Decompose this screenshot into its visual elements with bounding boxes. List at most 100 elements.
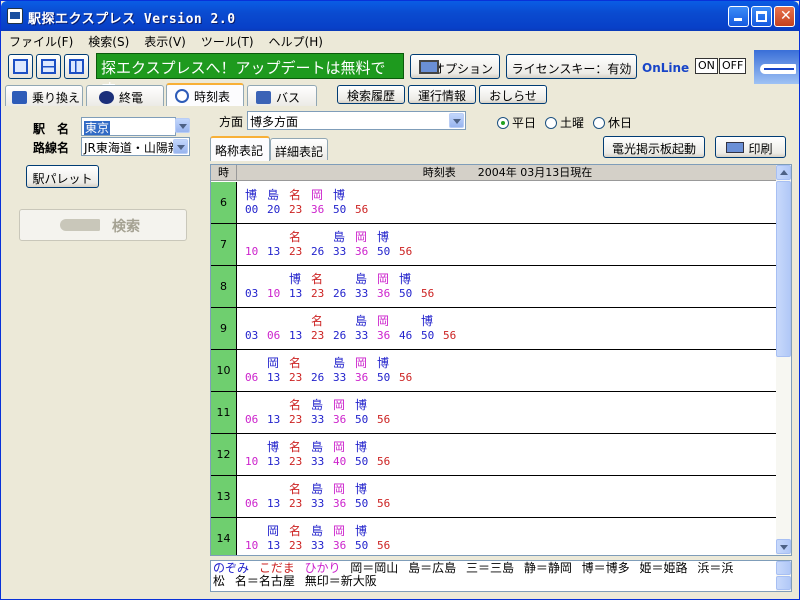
departure-minute[interactable]: 13 xyxy=(267,413,289,426)
radio-holiday[interactable]: 休日 xyxy=(593,114,632,131)
departure-minute[interactable]: 33 xyxy=(311,497,333,510)
departure-minute[interactable]: 36 xyxy=(377,329,399,342)
departure-minute[interactable]: 10 xyxy=(245,245,267,258)
departure-minute[interactable]: 06 xyxy=(267,329,289,342)
departure-minute[interactable]: 36 xyxy=(311,203,333,216)
scroll-up-icon[interactable] xyxy=(776,165,791,180)
departure-minute[interactable]: 56 xyxy=(377,455,399,468)
on-button[interactable]: ON xyxy=(695,58,718,74)
departure-minute[interactable]: 56 xyxy=(377,539,399,552)
departure-minute[interactable]: 06 xyxy=(245,371,267,384)
departure-minute[interactable]: 33 xyxy=(311,455,333,468)
departure-minute[interactable]: 50 xyxy=(377,245,399,258)
license-button[interactable]: ライセンスキー：有効 xyxy=(506,54,637,79)
direction-select[interactable]: 博多方面 xyxy=(247,111,466,130)
close-button[interactable]: ✕ xyxy=(774,6,795,27)
legend-scrollbar[interactable] xyxy=(776,561,791,591)
tab-detailed[interactable]: 詳細表記 xyxy=(270,138,328,160)
option-button[interactable]: オプション xyxy=(410,54,500,79)
print-button[interactable]: 印刷 xyxy=(715,136,786,158)
departure-minute[interactable]: 13 xyxy=(267,371,289,384)
departure-minute[interactable]: 56 xyxy=(377,413,399,426)
departure-minute[interactable]: 26 xyxy=(333,287,355,300)
departure-minute[interactable]: 50 xyxy=(355,455,377,468)
scroll-down-icon[interactable] xyxy=(776,576,791,590)
departure-minute[interactable]: 36 xyxy=(333,413,355,426)
history-button[interactable]: 検索履歴 xyxy=(337,85,405,104)
departure-minute[interactable]: 56 xyxy=(399,371,421,384)
off-button[interactable]: OFF xyxy=(719,58,747,74)
tab-transfer[interactable]: 乗り換え xyxy=(5,85,83,106)
departure-minute[interactable]: 23 xyxy=(289,245,311,258)
menu-tools[interactable]: ツール(T) xyxy=(193,31,261,50)
departure-minute[interactable]: 26 xyxy=(333,329,355,342)
vertical-scrollbar[interactable] xyxy=(776,165,791,555)
board-launch-button[interactable]: 電光掲示板起動 xyxy=(603,136,705,158)
minimize-button[interactable] xyxy=(728,6,749,27)
tab-abbreviated[interactable]: 略称表記 xyxy=(210,136,270,161)
layout-horizontal-button[interactable] xyxy=(36,54,61,79)
departure-minute[interactable]: 23 xyxy=(289,497,311,510)
departure-minute[interactable]: 50 xyxy=(377,371,399,384)
departure-minute[interactable]: 56 xyxy=(421,287,443,300)
departure-minute[interactable]: 33 xyxy=(311,539,333,552)
menu-help[interactable]: ヘルプ(H) xyxy=(261,31,330,50)
departure-minute[interactable]: 10 xyxy=(245,539,267,552)
departure-minute[interactable]: 03 xyxy=(245,287,267,300)
departure-minute[interactable]: 10 xyxy=(245,455,267,468)
departure-minute[interactable]: 33 xyxy=(355,329,377,342)
departure-minute[interactable]: 36 xyxy=(377,287,399,300)
notice-button[interactable]: おしらせ xyxy=(479,85,547,104)
tab-last-train[interactable]: 終電 xyxy=(86,85,164,106)
maximize-button[interactable] xyxy=(751,6,772,27)
radio-saturday[interactable]: 土曜 xyxy=(545,114,584,131)
station-input[interactable]: 東京 xyxy=(81,117,176,136)
departure-minute[interactable]: 56 xyxy=(377,497,399,510)
layout-single-button[interactable] xyxy=(8,54,33,79)
departure-minute[interactable]: 13 xyxy=(267,539,289,552)
departure-minute[interactable]: 50 xyxy=(355,539,377,552)
layout-vertical-button[interactable] xyxy=(64,54,89,79)
departure-minute[interactable]: 33 xyxy=(311,413,333,426)
departure-minute[interactable]: 23 xyxy=(289,455,311,468)
departure-minute[interactable]: 00 xyxy=(245,203,267,216)
scroll-down-icon[interactable] xyxy=(776,539,791,554)
update-banner[interactable]: 探エクスプレスへ！アップデートは無料です。 xyxy=(96,53,404,98)
departure-minute[interactable]: 23 xyxy=(289,539,311,552)
departure-minute[interactable]: 23 xyxy=(311,329,333,342)
departure-minute[interactable]: 26 xyxy=(311,371,333,384)
departure-minute[interactable]: 23 xyxy=(311,287,333,300)
departure-minute[interactable]: 36 xyxy=(355,245,377,258)
departure-minute[interactable]: 23 xyxy=(289,371,311,384)
departure-minute[interactable]: 06 xyxy=(245,413,267,426)
departure-minute[interactable]: 36 xyxy=(355,371,377,384)
departure-minute[interactable]: 50 xyxy=(333,203,355,216)
search-button[interactable]: 検索 xyxy=(19,209,187,241)
departure-minute[interactable]: 46 xyxy=(399,329,421,342)
menu-search[interactable]: 検索(S) xyxy=(80,31,136,50)
tab-timetable[interactable]: 時刻表 xyxy=(166,83,244,106)
departure-minute[interactable]: 36 xyxy=(333,497,355,510)
departure-minute[interactable]: 50 xyxy=(421,329,443,342)
departure-minute[interactable]: 50 xyxy=(355,413,377,426)
departure-minute[interactable]: 06 xyxy=(245,497,267,510)
station-dropdown[interactable] xyxy=(175,117,190,136)
departure-minute[interactable]: 10 xyxy=(267,287,289,300)
departure-minute[interactable]: 13 xyxy=(289,287,311,300)
menu-view[interactable]: 表示(V) xyxy=(136,31,193,50)
departure-minute[interactable]: 03 xyxy=(245,329,267,342)
departure-minute[interactable]: 23 xyxy=(289,203,311,216)
departure-minute[interactable]: 33 xyxy=(355,287,377,300)
line-select[interactable]: JR東海道・山陽新 xyxy=(81,137,190,156)
service-info-button[interactable]: 運行情報 xyxy=(408,85,476,104)
departure-minute[interactable]: 36 xyxy=(333,539,355,552)
departure-minute[interactable]: 56 xyxy=(443,329,465,342)
tab-bus[interactable]: バス xyxy=(247,85,317,106)
departure-minute[interactable]: 13 xyxy=(267,245,289,258)
departure-minute[interactable]: 33 xyxy=(333,245,355,258)
departure-minute[interactable]: 50 xyxy=(355,497,377,510)
departure-minute[interactable]: 13 xyxy=(289,329,311,342)
scroll-thumb[interactable] xyxy=(776,181,791,357)
departure-minute[interactable]: 56 xyxy=(399,245,421,258)
departure-minute[interactable]: 50 xyxy=(399,287,421,300)
